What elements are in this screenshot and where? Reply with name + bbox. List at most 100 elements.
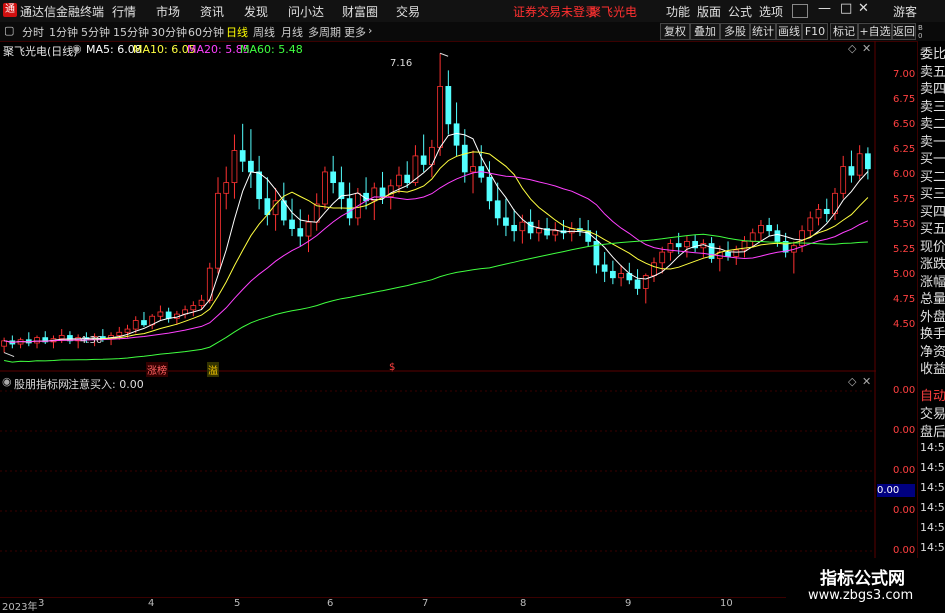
candle-body[interactable] bbox=[116, 331, 123, 336]
event-marker-dollar[interactable]: $ bbox=[389, 362, 395, 373]
candle-body[interactable] bbox=[823, 208, 830, 215]
guest-user[interactable]: 游客 bbox=[893, 3, 917, 20]
candle-body[interactable] bbox=[527, 221, 534, 234]
diejia-button[interactable]: 叠加 bbox=[690, 23, 720, 40]
menu-faxian[interactable]: 发现 bbox=[244, 3, 268, 20]
period-5min[interactable]: 5分钟 bbox=[81, 24, 110, 40]
menu-hangqing[interactable]: 行情 bbox=[112, 3, 136, 20]
candle-body[interactable] bbox=[330, 171, 337, 184]
message-icon[interactable] bbox=[792, 4, 808, 18]
candle-body[interactable] bbox=[322, 171, 328, 205]
period-monthly[interactable]: 月线 bbox=[281, 24, 303, 40]
candle-body[interactable] bbox=[141, 320, 147, 326]
candle-body[interactable] bbox=[165, 311, 172, 319]
candle-body[interactable] bbox=[297, 228, 304, 237]
candle-body[interactable] bbox=[231, 150, 238, 184]
candle-body[interactable] bbox=[132, 320, 139, 330]
trade-label[interactable]: 交易 bbox=[920, 403, 945, 422]
candle-body[interactable] bbox=[486, 176, 493, 202]
candle-body[interactable] bbox=[519, 221, 526, 232]
back-button[interactable]: 返回 bbox=[892, 23, 916, 40]
period-weekly[interactable]: 周线 bbox=[253, 24, 275, 40]
candle-body[interactable] bbox=[461, 144, 468, 173]
after-hours-label[interactable]: 盘后 bbox=[920, 421, 945, 440]
event-marker-yi[interactable]: 溢 bbox=[207, 362, 219, 377]
candle-body[interactable] bbox=[535, 228, 542, 234]
candle-body[interactable] bbox=[552, 230, 559, 236]
candle-body[interactable] bbox=[815, 208, 822, 219]
candle-body[interactable] bbox=[610, 270, 616, 279]
period-1min[interactable]: 1分钟 bbox=[49, 24, 78, 40]
candle-body[interactable] bbox=[758, 224, 764, 234]
menu-caifuquan[interactable]: 财富圈 bbox=[342, 3, 378, 20]
candle-body[interactable] bbox=[774, 230, 781, 242]
candle-body[interactable] bbox=[503, 217, 509, 226]
chevron-right-icon[interactable]: › bbox=[368, 24, 372, 37]
candle-body[interactable] bbox=[371, 187, 378, 202]
indicator-close-icon[interactable]: ✕ bbox=[862, 375, 871, 388]
candle-body[interactable] bbox=[470, 166, 476, 173]
candle-body[interactable] bbox=[445, 86, 452, 125]
menu-zixun[interactable]: 资讯 bbox=[200, 3, 224, 20]
duogu-button[interactable]: 多股 bbox=[720, 23, 750, 40]
candle-body[interactable] bbox=[379, 187, 386, 197]
candle-body[interactable] bbox=[749, 232, 756, 242]
period-more[interactable]: 更多 bbox=[344, 24, 366, 40]
menu-jiaoyi[interactable]: 交易 bbox=[396, 3, 420, 20]
candle-body[interactable] bbox=[305, 221, 312, 237]
candle-body[interactable] bbox=[675, 243, 682, 248]
candle-body[interactable] bbox=[215, 192, 221, 269]
candle-body[interactable] bbox=[157, 311, 164, 317]
tongji-button[interactable]: 统计 bbox=[750, 23, 776, 40]
candle-body[interactable] bbox=[190, 305, 197, 311]
period-multi[interactable]: 多周期 bbox=[308, 24, 341, 40]
candle-body[interactable] bbox=[420, 155, 427, 165]
candle-body[interactable] bbox=[634, 279, 641, 289]
candle-body[interactable] bbox=[453, 123, 460, 146]
candle-body[interactable] bbox=[256, 171, 263, 200]
candle-body[interactable] bbox=[124, 328, 131, 333]
candle-body[interactable] bbox=[58, 335, 65, 340]
period-30min[interactable]: 30分钟 bbox=[151, 24, 187, 40]
candle-body[interactable] bbox=[618, 273, 624, 279]
huaxian-button[interactable]: 画线 bbox=[776, 23, 802, 40]
chart-settings-icon[interactable]: ◉ bbox=[72, 42, 82, 55]
candle-body[interactable] bbox=[684, 241, 690, 248]
menu-shichang[interactable]: 市场 bbox=[156, 3, 180, 20]
close-icon[interactable]: ✕ bbox=[858, 1, 869, 16]
candle-body[interactable] bbox=[659, 251, 666, 264]
candle-body[interactable] bbox=[840, 166, 847, 194]
menu-xuanxiang[interactable]: 选项 bbox=[759, 3, 783, 20]
candle-body[interactable] bbox=[601, 264, 608, 272]
candle-body[interactable] bbox=[766, 224, 773, 232]
close-pane-icon[interactable]: ✕ bbox=[862, 42, 871, 55]
candle-body[interactable] bbox=[437, 86, 443, 148]
period-15min[interactable]: 15分钟 bbox=[113, 24, 149, 40]
biaoji-button[interactable]: 标记 bbox=[830, 23, 858, 40]
maximize-icon[interactable]: □ bbox=[840, 1, 852, 16]
candle-body[interactable] bbox=[651, 262, 657, 277]
menu-gongshi[interactable]: 公式 bbox=[728, 3, 752, 20]
fuquan-button[interactable]: 复权 bbox=[660, 23, 690, 40]
candle-body[interactable] bbox=[733, 249, 740, 257]
period-60min[interactable]: 60分钟 bbox=[188, 24, 224, 40]
candle-body[interactable] bbox=[642, 275, 649, 289]
candle-body[interactable] bbox=[725, 251, 731, 257]
indicator-diamond-icon[interactable]: ◇ bbox=[848, 375, 856, 388]
chart-area[interactable]: 聚飞光电(日线) ◉ MA5: 6.08 MA10: 6.05 MA20: 5.… bbox=[0, 41, 876, 589]
period-daily[interactable]: 日线 bbox=[226, 24, 248, 40]
candle-body[interactable] bbox=[856, 153, 863, 176]
candle-body[interactable] bbox=[865, 153, 871, 170]
auto-trade-label[interactable]: 自动 bbox=[920, 385, 945, 404]
period-fenshi[interactable]: 分时 bbox=[22, 24, 44, 40]
candle-body[interactable] bbox=[807, 217, 814, 232]
candle-body[interactable] bbox=[511, 224, 518, 232]
candle-body[interactable] bbox=[494, 200, 501, 219]
minimize-icon[interactable]: — bbox=[818, 1, 831, 16]
menu-banmian[interactable]: 版面 bbox=[697, 3, 721, 20]
kline-chart[interactable] bbox=[0, 41, 876, 589]
menu-wenxiaoda[interactable]: 问小达 bbox=[288, 3, 324, 20]
toolbar-box-icon[interactable]: ▢ bbox=[4, 24, 14, 37]
candle-body[interactable] bbox=[396, 174, 402, 187]
add-favorite-button[interactable]: +自选 bbox=[858, 23, 892, 40]
